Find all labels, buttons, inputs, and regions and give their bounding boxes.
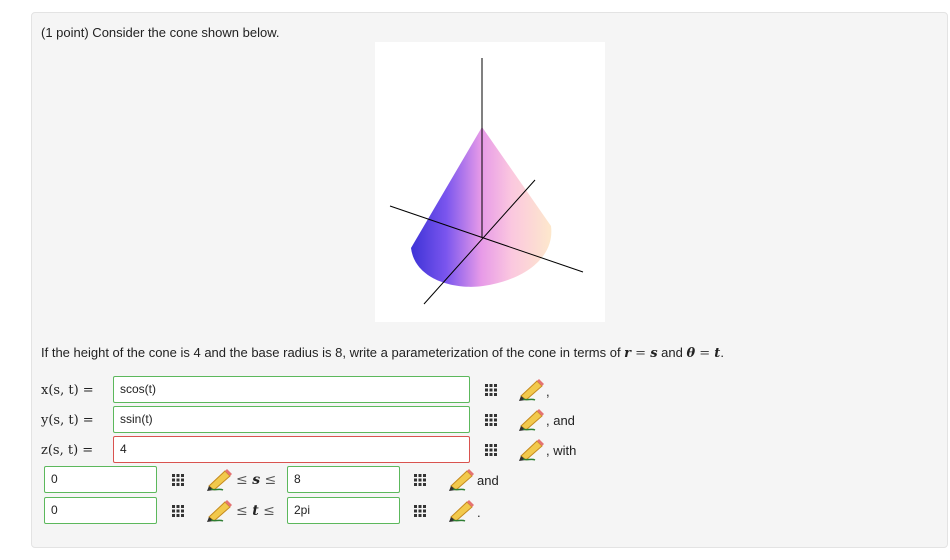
problem-question: If the height of the cone is 4 and the b… bbox=[41, 345, 724, 361]
x-label: x(s, t) = bbox=[41, 383, 94, 398]
z-answer-input[interactable]: 4 bbox=[113, 436, 470, 463]
pencil-icon[interactable] bbox=[447, 500, 475, 522]
y-trailing: , and bbox=[546, 413, 575, 428]
z-label: z(s, t) = bbox=[41, 443, 94, 458]
s-inequality: ≤ s ≤ bbox=[236, 472, 277, 488]
pencil-icon[interactable] bbox=[517, 409, 545, 431]
equation-editor-icon[interactable] bbox=[172, 505, 184, 517]
equation-editor-icon[interactable] bbox=[485, 414, 497, 426]
y-answer-input[interactable]: ssin(t) bbox=[113, 406, 470, 433]
pencil-icon[interactable] bbox=[205, 500, 233, 522]
cone-figure bbox=[375, 42, 605, 322]
equation-editor-icon[interactable] bbox=[485, 444, 497, 456]
x-answer-input[interactable]: scos(t) bbox=[113, 376, 470, 403]
t-trailing: . bbox=[477, 505, 481, 520]
equation-editor-icon[interactable] bbox=[414, 505, 426, 517]
s-trailing: and bbox=[477, 473, 499, 488]
pencil-icon[interactable] bbox=[205, 469, 233, 491]
s-lower-input[interactable]: 0 bbox=[44, 466, 157, 493]
equation-editor-icon[interactable] bbox=[414, 474, 426, 486]
x-trailing: , bbox=[546, 384, 550, 399]
t-lower-input[interactable]: 0 bbox=[44, 497, 157, 524]
cone-surface bbox=[411, 127, 552, 287]
equation-editor-icon[interactable] bbox=[485, 384, 497, 396]
z-trailing: , with bbox=[546, 443, 577, 458]
problem-intro: (1 point) Consider the cone shown below. bbox=[41, 25, 280, 40]
t-upper-input[interactable]: 2pi bbox=[287, 497, 400, 524]
s-upper-input[interactable]: 8 bbox=[287, 466, 400, 493]
cone-graphic bbox=[389, 58, 584, 305]
pencil-icon[interactable] bbox=[517, 379, 545, 401]
y-label: y(s, t) = bbox=[41, 413, 94, 428]
t-inequality: ≤ t ≤ bbox=[236, 503, 275, 519]
pencil-icon[interactable] bbox=[517, 439, 545, 461]
pencil-icon[interactable] bbox=[447, 469, 475, 491]
equation-editor-icon[interactable] bbox=[172, 474, 184, 486]
